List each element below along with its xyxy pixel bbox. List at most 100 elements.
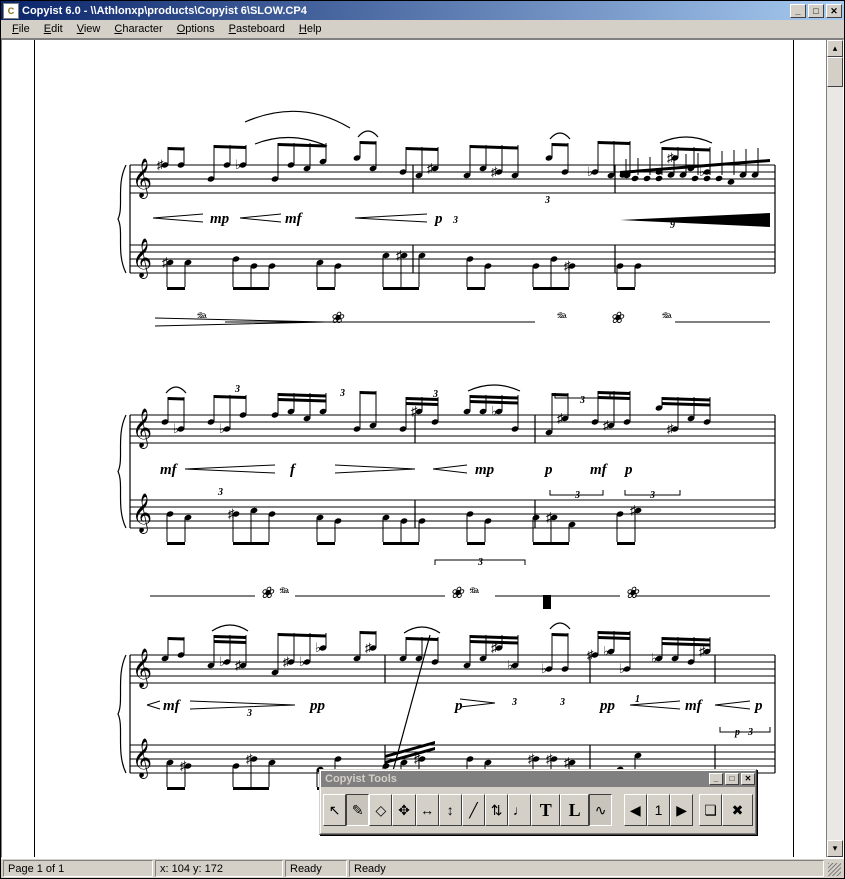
slash-tool[interactable]: ╱ — [462, 794, 485, 826]
svg-text:mf: mf — [685, 698, 704, 714]
status-coords: x: 104 y: 172 — [155, 860, 283, 877]
svg-text:♭: ♭ — [299, 654, 305, 669]
delete-page[interactable]: ✖ — [722, 794, 753, 826]
svg-text:𝆮: 𝆮 — [660, 310, 672, 327]
svg-text:3: 3 — [579, 395, 585, 406]
pointer-tool[interactable]: ↖ — [323, 794, 346, 826]
svg-text:♯: ♯ — [603, 418, 610, 433]
svg-text:mp: mp — [210, 211, 230, 227]
scroll-thumb[interactable] — [827, 57, 843, 87]
pencil-tool[interactable]: ✎ — [346, 794, 369, 826]
svg-text:♭: ♭ — [541, 661, 547, 676]
svg-text:♯: ♯ — [411, 404, 418, 419]
note-tool[interactable]: ♩ — [508, 794, 531, 826]
page-indicator[interactable]: 1 — [647, 794, 670, 826]
menu-pasteboard[interactable]: Pasteboard — [222, 21, 292, 37]
text-t-tool[interactable]: T — [531, 794, 560, 826]
titlebar[interactable]: C Copyist 6.0 - \\Athlonxp\products\Copy… — [1, 1, 844, 20]
svg-text:p: p — [433, 211, 443, 227]
svg-text:❀: ❀ — [610, 310, 625, 327]
tools-maximize-button[interactable]: □ — [725, 773, 739, 785]
move-tool[interactable]: ✥ — [392, 794, 415, 826]
waveform-tool[interactable]: ∿ — [589, 794, 612, 826]
scroll-down-button[interactable]: ▾ — [827, 840, 843, 857]
svg-text:p: p — [543, 462, 553, 478]
menu-edit[interactable]: Edit — [37, 21, 70, 37]
svg-text:♯: ♯ — [667, 150, 674, 165]
eraser-tool[interactable]: ◇ — [369, 794, 392, 826]
tools-palette[interactable]: Copyist Tools _ □ ✕ ↖✎◇✥↔↕╱⇅♩TL∿ ◀1▶❏✖ — [319, 769, 757, 835]
menu-file[interactable]: File — [5, 21, 37, 37]
tools-minimize-button[interactable]: _ — [709, 773, 723, 785]
svg-text:𝆮: 𝆮 — [195, 310, 207, 327]
svg-text:mf: mf — [590, 462, 609, 478]
svg-text:mf: mf — [160, 462, 179, 478]
svg-text:3: 3 — [452, 215, 458, 226]
svg-text:♯: ♯ — [546, 510, 553, 525]
svg-text:3: 3 — [432, 389, 438, 400]
svg-text:❀ 𝆮: ❀ 𝆮 — [260, 585, 289, 602]
svg-text:♯: ♯ — [564, 755, 571, 770]
svg-text:𝄞: 𝄞 — [132, 159, 152, 199]
tools-titlebar[interactable]: Copyist Tools _ □ ✕ — [321, 771, 755, 787]
svg-text:♯: ♯ — [427, 161, 434, 176]
svg-text:♭: ♭ — [219, 421, 225, 436]
svg-text:𝆮: 𝆮 — [555, 310, 567, 327]
svg-text:3: 3 — [477, 557, 483, 568]
svg-text:♭: ♭ — [619, 661, 625, 676]
svg-text:3: 3 — [246, 708, 252, 719]
svg-text:𝄞: 𝄞 — [132, 409, 152, 449]
text-l-tool[interactable]: L — [560, 794, 589, 826]
new-page[interactable]: ❏ — [699, 794, 722, 826]
next-page[interactable]: ▶ — [670, 794, 693, 826]
mirror-tool[interactable]: ⇅ — [485, 794, 508, 826]
svg-text:𝄞: 𝄞 — [132, 649, 152, 689]
svg-text:mf: mf — [163, 698, 182, 714]
svg-text:♭: ♭ — [587, 164, 593, 179]
svg-text:3: 3 — [217, 487, 223, 498]
main-window: C Copyist 6.0 - \\Athlonxp\products\Copy… — [0, 0, 845, 879]
vertical-scrollbar[interactable]: ▴ ▾ — [826, 40, 843, 857]
svg-text:♭: ♭ — [603, 644, 609, 659]
svg-text:♭: ♭ — [235, 157, 241, 172]
score-page[interactable]: 𝄞𝄞♯♭♯♯♭♯♭♯♯♯mpmfp339𝆮❀𝆮❀𝆮𝄞𝄞♭♭♯♭♯♯♯♯♯♯mff… — [34, 40, 794, 858]
svg-text:♯: ♯ — [564, 258, 571, 273]
maximize-button[interactable]: □ — [808, 4, 824, 18]
tools-close-button[interactable]: ✕ — [741, 773, 755, 785]
scroll-track[interactable] — [827, 57, 843, 840]
svg-text:♯: ♯ — [283, 654, 290, 669]
canvas-viewport[interactable]: 𝄞𝄞♯♭♯♯♭♯♭♯♯♯mpmfp339𝆮❀𝆮❀𝆮𝄞𝄞♭♭♯♭♯♯♯♯♯♯mff… — [2, 40, 826, 857]
vresize-tool[interactable]: ↕ — [439, 794, 462, 826]
menu-view[interactable]: View — [70, 21, 108, 37]
window-title: Copyist 6.0 - \\Athlonxp\products\Copyis… — [22, 5, 788, 17]
svg-text:♯: ♯ — [396, 248, 403, 263]
minimize-button[interactable]: _ — [790, 4, 806, 18]
svg-text:♯: ♯ — [235, 658, 242, 673]
menu-options[interactable]: Options — [170, 21, 222, 37]
canvas: 𝄞𝄞♯♭♯♯♭♯♭♯♯♯mpmfp339𝆮❀𝆮❀𝆮𝄞𝄞♭♭♯♭♯♯♯♯♯♯mff… — [1, 39, 844, 858]
scroll-up-button[interactable]: ▴ — [827, 40, 843, 57]
svg-text:♯: ♯ — [162, 255, 169, 270]
menu-character[interactable]: Character — [107, 21, 169, 37]
svg-text:𝄞: 𝄞 — [132, 494, 152, 534]
resize-grip[interactable] — [826, 860, 842, 877]
menu-help[interactable]: Help — [292, 21, 329, 37]
svg-text:♯: ♯ — [491, 164, 498, 179]
svg-text:9: 9 — [670, 220, 675, 231]
svg-text:3: 3 — [339, 388, 345, 399]
svg-text:mf: mf — [285, 211, 304, 227]
hresize-tool[interactable]: ↔ — [416, 794, 439, 826]
svg-text:f: f — [290, 462, 297, 478]
svg-text:♯: ♯ — [630, 503, 637, 518]
client-area: 𝄞𝄞♯♭♯♯♭♯♭♯♯♯mpmfp339𝆮❀𝆮❀𝆮𝄞𝄞♭♭♯♭♯♯♯♯♯♯mff… — [1, 39, 844, 858]
svg-text:1: 1 — [635, 694, 640, 705]
status-ready1: Ready — [285, 860, 347, 877]
tools-title-text: Copyist Tools — [325, 773, 397, 785]
svg-text:♭: ♭ — [315, 640, 321, 655]
svg-text:p: p — [753, 698, 763, 714]
svg-text:♯: ♯ — [365, 640, 372, 655]
prev-page[interactable]: ◀ — [624, 794, 647, 826]
svg-text:❀: ❀ — [625, 585, 640, 602]
svg-text:♭: ♭ — [173, 421, 179, 436]
close-button[interactable]: ✕ — [826, 4, 842, 18]
